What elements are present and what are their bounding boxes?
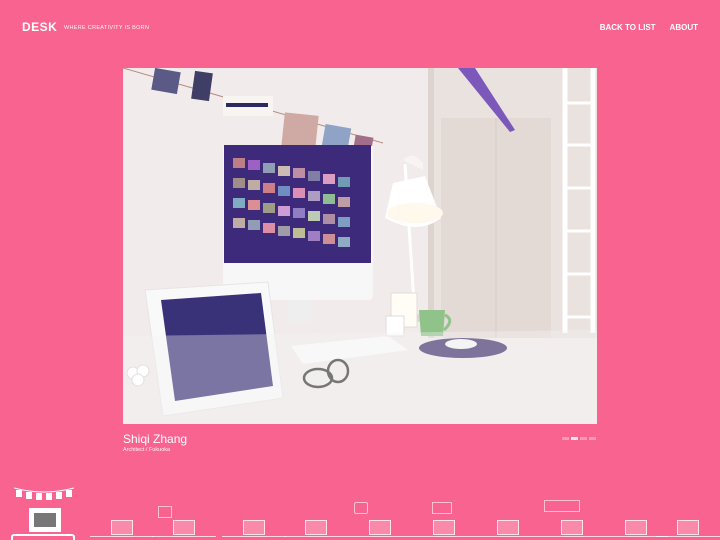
- desk-photo: [123, 68, 597, 424]
- desk-icon: [476, 536, 540, 540]
- frame-icon: [544, 500, 580, 512]
- top-nav: BACK TO LIST ABOUT: [600, 23, 698, 32]
- desk-thumb-8[interactable]: [476, 500, 540, 540]
- monitor-icon: [497, 520, 519, 535]
- desk-thumb-6[interactable]: [348, 500, 412, 540]
- desk-icon: [412, 536, 476, 540]
- photo-pager: [562, 437, 596, 440]
- pager-dot-2[interactable]: [571, 437, 578, 440]
- desk-thumb-5[interactable]: [284, 500, 348, 540]
- monitor-icon: [111, 520, 133, 535]
- desk-icon: [540, 536, 604, 540]
- monitor-icon: [433, 520, 455, 535]
- pager-dot-3[interactable]: [580, 437, 587, 440]
- frame-icon: [432, 502, 452, 514]
- monitor-icon: [677, 520, 699, 535]
- desk-icon: [90, 536, 154, 540]
- person-role: Architect / Fukuoka: [123, 447, 171, 453]
- desk-thumb-3[interactable]: [152, 500, 216, 540]
- site-logo[interactable]: DESK: [22, 20, 57, 34]
- desk-photo-illustration: [123, 68, 597, 424]
- frame-icon: [354, 502, 368, 514]
- desk-thumbnail-strip: [0, 486, 720, 540]
- monitor-icon: [243, 520, 265, 535]
- back-to-list-link[interactable]: BACK TO LIST: [600, 23, 656, 32]
- desk-thumb-11[interactable]: [656, 500, 720, 540]
- desk-icon: [152, 536, 216, 540]
- desk-thumb-1[interactable]: [11, 500, 75, 540]
- frame-icon: [158, 506, 172, 518]
- monitor-icon: [305, 520, 327, 535]
- desk-icon: [11, 534, 75, 540]
- pager-dot-4[interactable]: [589, 437, 596, 440]
- site-tagline: WHERE CREATIVITY IS BORN: [64, 25, 150, 31]
- desk-icon: [348, 536, 412, 540]
- desk-thumb-7[interactable]: [412, 500, 476, 540]
- desk-thumb-2[interactable]: [90, 500, 154, 540]
- desk-icon: [284, 536, 348, 540]
- monitor-icon: [369, 520, 391, 535]
- desk-thumb-9[interactable]: [540, 500, 604, 540]
- pager-dot-1[interactable]: [562, 437, 569, 440]
- person-name: Shiqi Zhang: [123, 432, 188, 446]
- bunting-icon: [14, 487, 74, 500]
- monitor-icon: [173, 520, 195, 535]
- about-link[interactable]: ABOUT: [670, 23, 698, 32]
- monitor-icon: [625, 520, 647, 535]
- desk-icon: [222, 536, 286, 540]
- monitor-icon: [561, 520, 583, 535]
- desk-icon: [656, 536, 720, 540]
- desk-thumb-4[interactable]: [222, 500, 286, 540]
- monitor-icon: [29, 508, 61, 532]
